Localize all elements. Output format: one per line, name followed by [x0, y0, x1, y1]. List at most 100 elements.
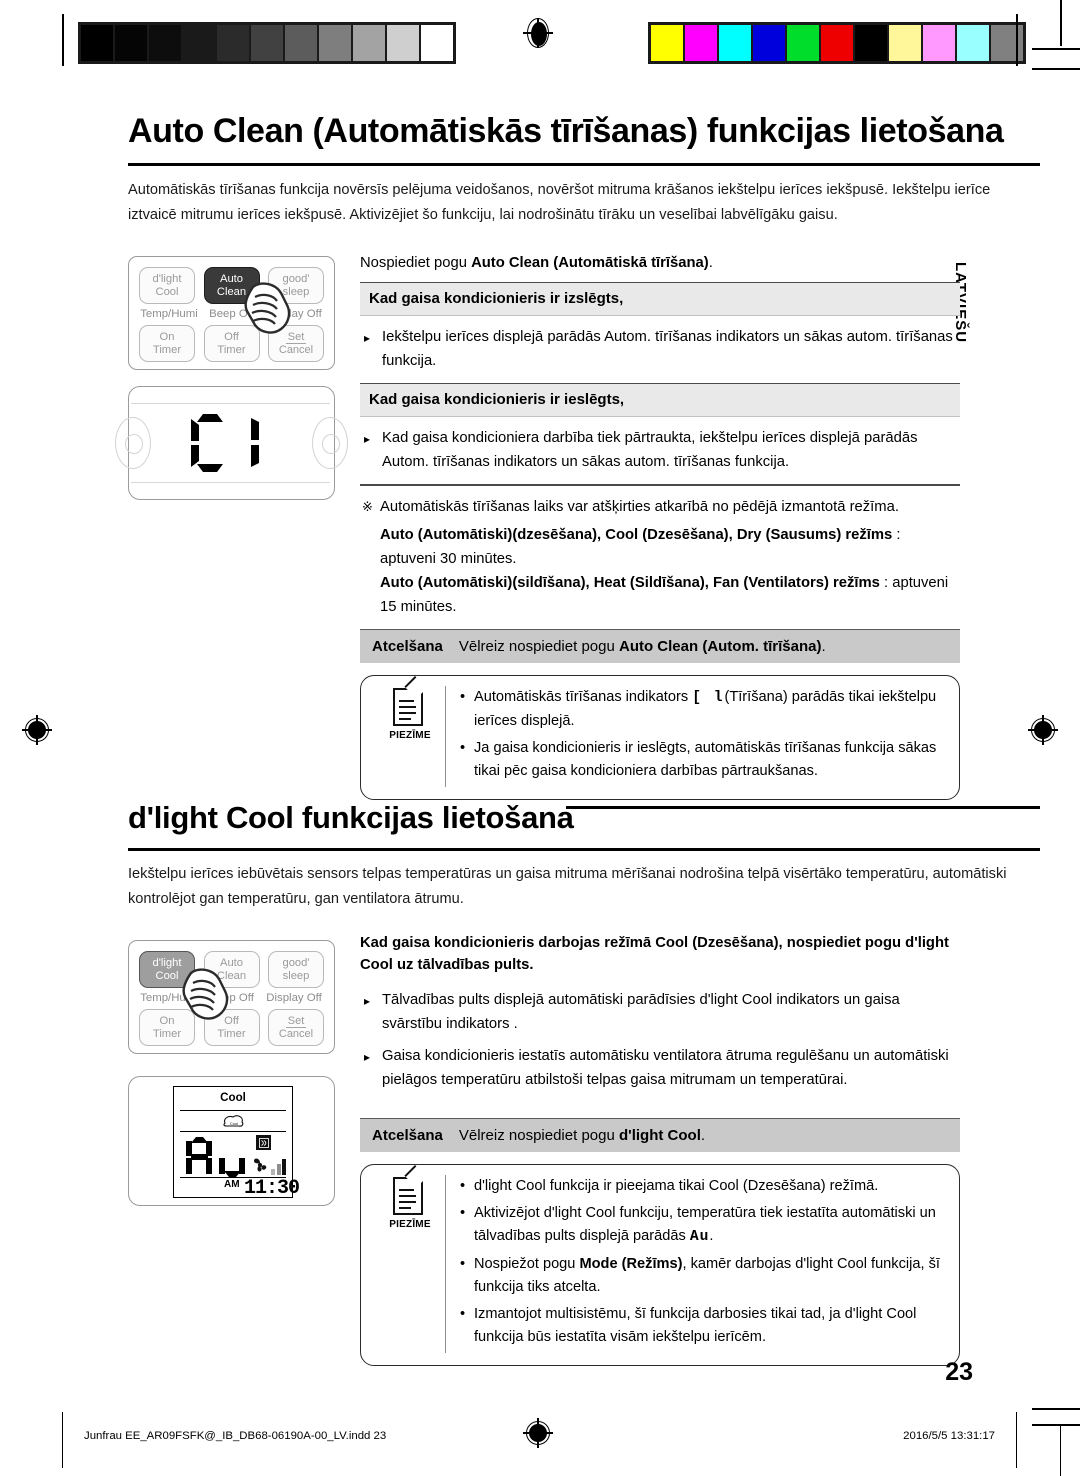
bullet-text: Iekštelpu ierīces displejā parādās Autom… [382, 329, 953, 369]
crop-rule-right-1 [1032, 1408, 1080, 1410]
crop-rule-bottom-right [1016, 1412, 1018, 1468]
bullet-unit-on: ▸ Kad gaisa kondicioniera darbība tiek p… [360, 417, 960, 484]
fan-icon [254, 1158, 267, 1172]
btn-label-line1: d'light [152, 272, 182, 285]
document-note-icon [393, 675, 427, 728]
bullet-text: Tālvadības pults displejā automātiski pa… [382, 992, 900, 1032]
section1-intro-paragraph: Automātiskās tīrīšanas funkcija novērsīs… [128, 182, 991, 223]
note-box-auto-clean: PIEZĪME • Automātiskās tīrīšanas indikat… [360, 674, 960, 800]
mode-duration-line-2: Auto (Automātiski)(sildīšana), Heat (Sil… [360, 571, 960, 629]
svg-text:Cool: Cool [230, 1121, 238, 1126]
btn-label-line2: sleep [282, 969, 310, 982]
remote-illustration-dlight-cool: d'light Cool Auto Clean good' sleep Temp… [128, 940, 335, 1054]
asterisk-note-text: Automātiskās tīrīšanas laiks var atšķirt… [380, 498, 899, 515]
air-swing-icon [256, 1135, 271, 1150]
registration-mark-bottom-icon [523, 1418, 553, 1448]
fan-speed-bars [271, 1157, 287, 1175]
btn-label-line2: sleep [282, 285, 310, 298]
note-text-post: . [709, 1228, 714, 1244]
note-label: PIEZĪME [389, 1219, 431, 1230]
note-text-pre: Automātiskās tīrīšanas indikators [474, 688, 693, 705]
indoor-unit-display-illustration [115, 386, 348, 500]
note-text: Izmantojot multisistēmu, šī funkcija dar… [474, 1306, 917, 1345]
note-text: d'light Cool funkcija ir pieejama tikai … [474, 1178, 879, 1194]
note-item: • Ja gaisa kondicionieris ir ieslēgts, a… [460, 737, 945, 783]
cancel-text-bold: Auto Clean (Autom. tīrīšana) [618, 637, 822, 655]
bullet-dlight-indicator: ▸ Tālvadības pults displejā automātiski … [360, 986, 960, 1044]
btn-label-line1: Auto [219, 956, 243, 969]
cancel-label: Atcelšana [372, 637, 443, 655]
dot-bullet-icon: • [460, 1306, 466, 1322]
btn-label-line1: d'light [152, 956, 182, 969]
segment-char-A [186, 1137, 212, 1177]
btn-label-cancel: Cancel [278, 1028, 314, 1040]
title-rule-upper [566, 806, 1040, 809]
section2-intro-paragraph: Iekštelpu ierīces iebūvētais sensors tel… [128, 866, 1007, 907]
dot-bullet-icon: • [460, 688, 466, 705]
note-text: Ja gaisa kondicionieris ir ieslēgts, aut… [474, 739, 937, 779]
btn-label-line2: Clean [216, 969, 247, 982]
subsection-band-unit-on: Kad gaisa kondicionieris ir ieslēgts, [360, 383, 960, 417]
dot-bullet-icon: • [460, 1205, 466, 1221]
unit-lens-right-icon [312, 417, 348, 469]
cancel-text-plain: Vēlreiz nospiediet pogu [458, 1127, 619, 1144]
dot-bullet-icon: • [460, 1178, 466, 1194]
lead-head-a: Kad gaisa kondicionieris darbojas režīmā… [360, 935, 906, 951]
remote-button-dlight-cool: d'light Cool [139, 267, 195, 304]
cancel-text-tail: . [821, 637, 826, 655]
remote-button-on-timer: On Timer [139, 325, 195, 362]
note-body: • Automātiskās tīrīšanas indikators [ l(… [446, 686, 945, 787]
footer-timestamp: 2016/5/5 13:31:17 [903, 1430, 995, 1442]
triangle-bullet-icon: ▸ [364, 331, 371, 345]
triangle-bullet-icon: ▸ [364, 432, 371, 446]
manual-page: LATVIEŠU Auto Clean (Automātiskās tīrīša… [0, 0, 1080, 1476]
remote-button-auto-clean: Auto Clean [203, 267, 260, 304]
cancel-text-tail: . [700, 1127, 706, 1144]
cancel-band-auto-clean: Atcelšana Vēlreiz nospiediet pogu Auto Cl… [360, 628, 960, 663]
section-title-dlight-cool: d'light Cool funkcijas lietošana [128, 800, 574, 835]
remote-sublabel-display-off: Display Off [266, 992, 322, 1004]
segment-glyph-CI: [ l [692, 689, 725, 706]
bullet-unit-off: ▸ Iekštelpu ierīces displejā parādās Aut… [360, 316, 960, 383]
asterisk-note-row: ※ Automātiskās tīrīšanas laiks var atšķi… [360, 495, 960, 519]
remote-sublabel-display-off: Display Off [266, 308, 322, 320]
btn-label-line2: Clean [216, 285, 247, 298]
reference-mark-icon: ※ [362, 498, 373, 514]
note-label: PIEZĪME [389, 729, 431, 741]
section2-content-column: Kad gaisa kondicionieris darbojas režīmā… [360, 932, 960, 1366]
mode-label-2: Auto (Automātiski)(sildīšana), Heat (Sil… [380, 574, 880, 591]
note-box-dlight-cool: PIEZĪME • d'light Cool funkcija ir pieej… [360, 1164, 960, 1366]
subsection-band-unit-off: Kad gaisa kondicionieris ir izslēgts, [360, 282, 960, 316]
remote-button-set-cancel: Set Cancel [268, 1009, 324, 1046]
btn-label-set: Set [285, 1015, 307, 1028]
segment-char-I [249, 414, 261, 472]
section-title-auto-clean: Auto Clean (Automātiskās tīrīšanas) funk… [128, 112, 1004, 150]
unit-lens-left-icon [115, 417, 151, 469]
cancel-text-bold: d'light Cool [618, 1127, 701, 1144]
title-rule [128, 848, 1040, 851]
lead-head-tail: . [708, 255, 713, 271]
btn-label-line2: Timer [217, 1027, 246, 1040]
lcd-mode-label: Cool [220, 1091, 246, 1104]
section2-lead-heading: Kad gaisa kondicionieris darbojas režīmā… [360, 932, 960, 986]
lcd-screen: Cool Cool AM 11:30 [173, 1086, 300, 1200]
note-icon-column: PIEZĪME [375, 675, 446, 787]
btn-label-cancel: Cancel [278, 344, 314, 356]
btn-label-line2: Cool [155, 969, 179, 982]
btn-label-line1: Off [224, 330, 239, 343]
document-note-icon [393, 1164, 427, 1217]
remote-button-dlight-cool: d'light Cool [139, 951, 195, 988]
note-item: • d'light Cool funkcija ir pieejama tika… [460, 1175, 945, 1198]
note-item: • Aktivizējot d'light Cool funkciju, tem… [460, 1202, 945, 1249]
cancel-text-plain: Vēlreiz nospiediet pogu [458, 637, 619, 655]
lcd-time: 11:30 [244, 1177, 300, 1200]
remote-sublabel-temp-humi: Temp/Humi [140, 992, 198, 1004]
cancel-band-dlight-cool: Atcelšana Vēlreiz nospiediet pogu d'light… [360, 1118, 960, 1152]
bullet-text: Gaisa kondicionieris iestatīs automātisk… [382, 1048, 949, 1088]
note-item: • Automātiskās tīrīšanas indikators [ l(… [460, 686, 945, 733]
remote-button-off-timer: Off Timer [203, 1009, 260, 1046]
btn-label-line2: Timer [152, 343, 182, 356]
segment-char-u [219, 1137, 245, 1177]
lcd-meridiem: AM [224, 1179, 240, 1190]
btn-label-line1: Off [224, 1014, 239, 1027]
